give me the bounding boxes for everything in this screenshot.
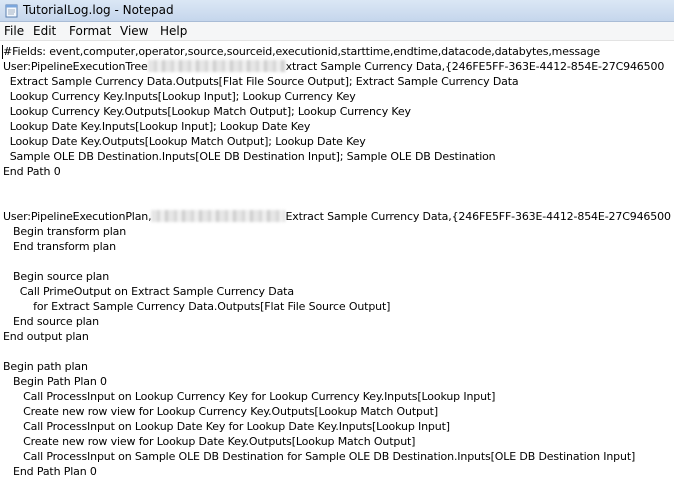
log-line: Begin source plan (3, 270, 110, 283)
log-line: End output plan (3, 330, 89, 343)
log-line: Sample OLE DB Destination.Inputs[OLE DB … (3, 150, 496, 163)
log-line: Call ProcessInput on Lookup Date Key for… (3, 420, 450, 433)
menu-bar: File Edit Format View Help (0, 22, 674, 41)
log-line: Lookup Date Key.Outputs[Lookup Match Out… (3, 135, 366, 148)
log-line: for Extract Sample Currency Data.Outputs… (3, 300, 391, 313)
log-line: End Path 0 (3, 165, 61, 178)
menu-help[interactable]: Help (160, 24, 187, 39)
log-line: Begin path plan (3, 360, 88, 373)
menu-view[interactable]: View (120, 24, 148, 39)
log-line: Create new row view for Lookup Date Key.… (3, 435, 416, 448)
log-line-fields: #Fields: event,computer,operator,source,… (3, 45, 601, 58)
log-line-suffix: xtract Sample Currency Data,{246FE5FF-36… (285, 60, 665, 73)
log-line-execution-plan: User:PipelineExecutionPlan, Extract Sampl… (3, 210, 671, 224)
notepad-window: TutorialLog.log - Notepad File Edit Form… (0, 0, 674, 492)
log-line-suffix: Extract Sample Currency Data,{246FE5FF-3… (285, 210, 671, 223)
log-line: Extract Sample Currency Data.Outputs[Fla… (3, 75, 519, 88)
log-line-execution-tree: User:PipelineExecutionTree xtract Sample … (3, 60, 664, 74)
menu-format[interactable]: Format (69, 24, 111, 39)
window-title: TutorialLog.log - Notepad (23, 3, 174, 17)
log-line: Lookup Currency Key.Inputs[Lookup Input]… (3, 90, 356, 103)
log-line: Create new row view for Lookup Currency … (3, 405, 438, 418)
log-line: Begin Path Plan 0 (3, 375, 107, 388)
menu-edit[interactable]: Edit (33, 24, 56, 39)
log-line: Begin transform plan (3, 225, 127, 238)
title-bar[interactable]: TutorialLog.log - Notepad (0, 0, 674, 22)
log-line: End source plan (3, 315, 99, 328)
log-line: Lookup Date Key.Inputs[Lookup Input]; Lo… (3, 120, 311, 133)
log-line-prefix: User:PipelineExecutionTree (3, 60, 148, 73)
log-line: Call ProcessInput on Lookup Currency Key… (3, 390, 496, 403)
log-line: Lookup Currency Key.Outputs[Lookup Match… (3, 105, 411, 118)
log-line: Call PrimeOutput on Extract Sample Curre… (3, 285, 294, 298)
log-line-prefix: User:PipelineExecutionPlan, (3, 210, 152, 223)
redacted-region (151, 210, 286, 222)
log-line: End Path Plan 0 (3, 465, 97, 478)
redacted-region (147, 60, 286, 72)
menu-file[interactable]: File (4, 24, 24, 39)
notepad-icon (5, 4, 18, 18)
log-line: Call ProcessInput on Sample OLE DB Desti… (3, 450, 636, 463)
log-line: End transform plan (3, 240, 116, 253)
